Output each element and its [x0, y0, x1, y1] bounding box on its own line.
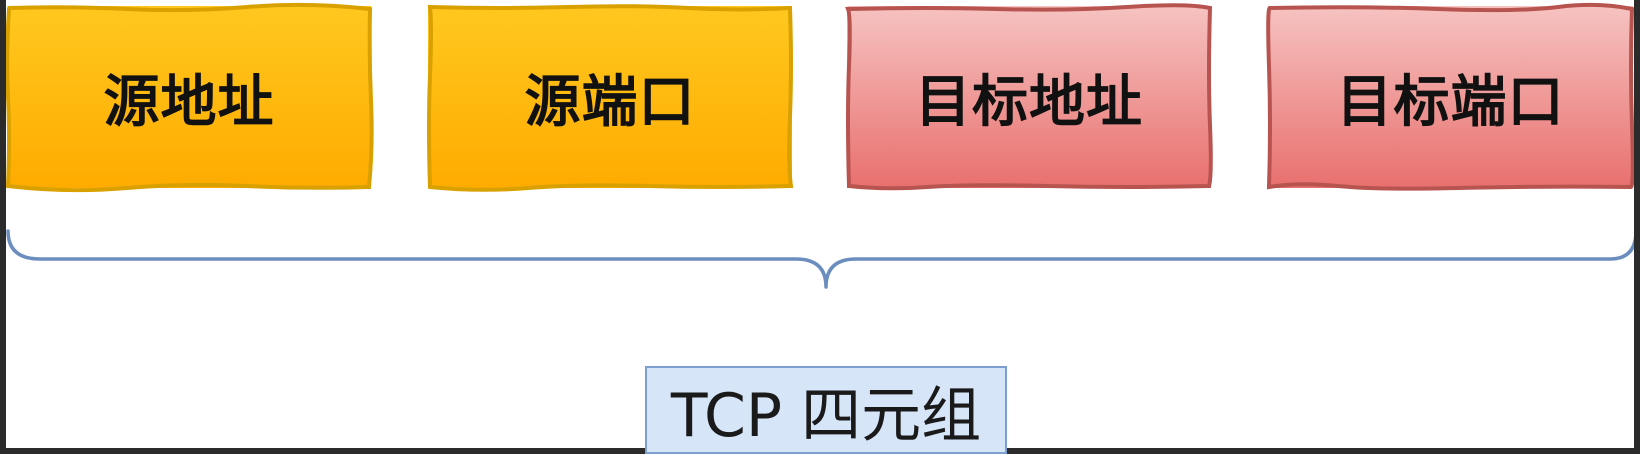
box-label: 源端口 — [524, 69, 696, 135]
left-edge — [0, 0, 6, 448]
source-port-box: 源端口 — [427, 4, 794, 192]
destination-address-box: 目标地址 — [845, 3, 1213, 191]
caption-text: TCP 四元组 — [670, 380, 982, 451]
tcp-four-tuple-label: TCP 四元组 — [645, 366, 1007, 454]
source-address-box: 源地址 — [5, 2, 374, 193]
diagram-canvas: 源地址 源端口 目标地址 目标端口 TCP 四元组 — [0, 0, 1640, 454]
box-label: 目标地址 — [915, 69, 1143, 135]
curly-brace — [6, 229, 1638, 289]
right-edge — [1634, 0, 1640, 448]
box-label: 目标端口 — [1336, 69, 1565, 135]
box-label: 源地址 — [103, 69, 275, 135]
destination-port-box: 目标端口 — [1266, 2, 1635, 191]
